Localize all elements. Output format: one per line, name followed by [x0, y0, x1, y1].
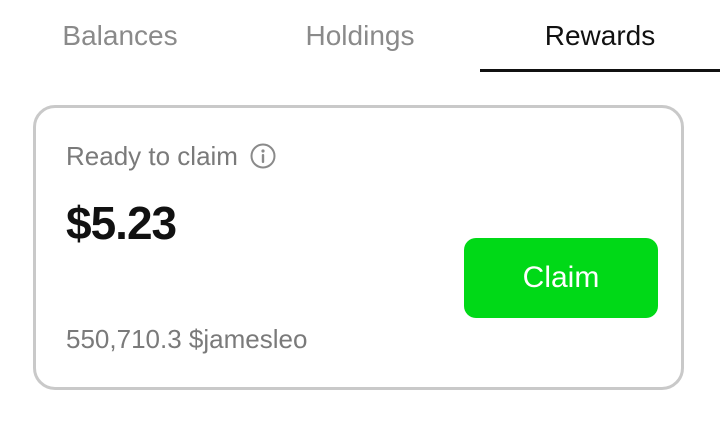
tab-holdings[interactable]: Holdings	[240, 0, 480, 72]
tab-holdings-label: Holdings	[305, 20, 415, 51]
tab-balances-label: Balances	[62, 20, 178, 51]
tab-bar: Balances Holdings Rewards	[0, 0, 720, 74]
tab-rewards[interactable]: Rewards	[480, 0, 720, 72]
claimable-amount: $5.23	[66, 197, 177, 249]
info-icon[interactable]	[250, 143, 276, 169]
ready-to-claim-label: Ready to claim	[66, 141, 238, 171]
tab-balances[interactable]: Balances	[0, 0, 240, 72]
active-tab-indicator	[480, 69, 720, 72]
token-amount: 550,710.3 $jamesleo	[66, 324, 308, 354]
rewards-screen: Balances Holdings Rewards Ready to claim…	[0, 0, 720, 429]
ready-to-claim-row: Ready to claim	[66, 143, 276, 169]
tab-rewards-label: Rewards	[544, 20, 656, 51]
rewards-card: Ready to claim $5.23 550,710.3 $jamesleo…	[33, 105, 684, 390]
claim-button[interactable]: Claim	[464, 238, 658, 318]
